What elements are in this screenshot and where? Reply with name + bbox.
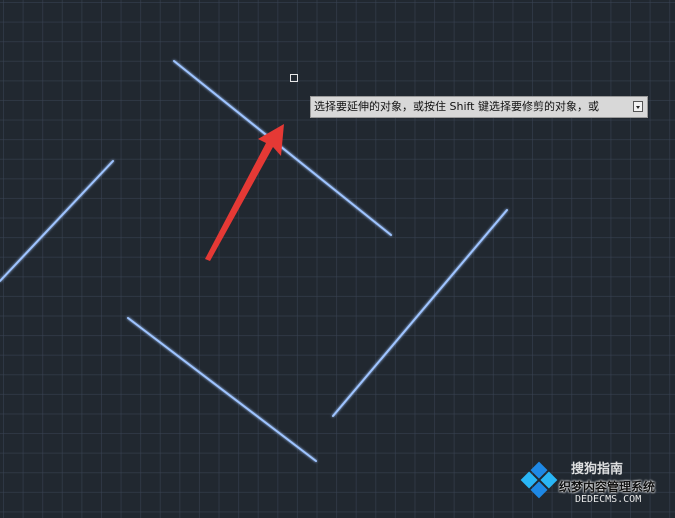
line-segment-left[interactable] [0, 160, 114, 282]
line-segment-top[interactable] [173, 60, 392, 236]
watermark-url: DEDECMS.COM [575, 494, 642, 505]
drawing-canvas[interactable] [0, 0, 675, 518]
command-prompt-text: 选择要延伸的对象，或按住 Shift 键选择要修剪的对象，或 [314, 100, 599, 113]
command-prompt-tooltip: 选择要延伸的对象，或按住 Shift 键选择要修剪的对象，或 [310, 96, 648, 118]
watermark-subtitle: 织梦内容管理系统 [559, 480, 656, 494]
line-segment-right[interactable] [332, 209, 508, 417]
windows-logo-icon [520, 461, 558, 499]
watermark: 搜狗指南 织梦内容管理系统 DEDECMS.COM [519, 454, 669, 512]
watermark-brand: 搜狗指南 [571, 462, 624, 477]
line-segment-bottom[interactable] [127, 317, 317, 462]
red-annotation-arrow [205, 124, 284, 261]
drawing-viewport[interactable]: 选择要延伸的对象，或按住 Shift 键选择要修剪的对象，或 搜狗指南 织梦内容… [0, 0, 675, 518]
pickbox-cursor-icon [290, 74, 298, 82]
dropdown-arrow-icon[interactable] [633, 101, 643, 112]
